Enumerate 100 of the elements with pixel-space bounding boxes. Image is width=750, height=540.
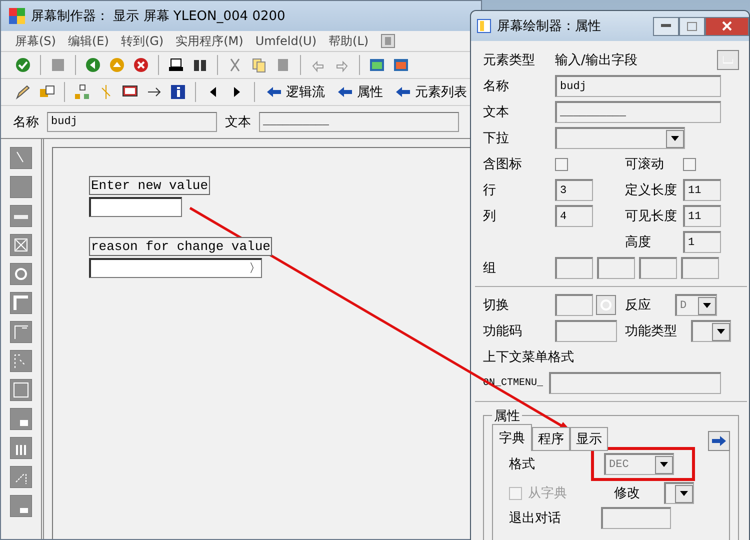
- menu-item[interactable]: 屏幕(S): [15, 32, 56, 50]
- palette-tool-button[interactable]: [10, 350, 32, 372]
- dropdown-button[interactable]: [666, 130, 684, 148]
- group-field[interactable]: [639, 257, 677, 279]
- menu-item[interactable]: 实用程序(M): [176, 32, 244, 50]
- dropdown-field[interactable]: [691, 320, 731, 342]
- next-button[interactable]: [708, 431, 730, 451]
- screen-text-element[interactable]: Enter new value: [89, 176, 210, 195]
- element-type-value: 输入/输出字段: [555, 52, 638, 69]
- switch-field[interactable]: [555, 294, 593, 316]
- layout-icon[interactable]: [380, 34, 395, 48]
- checkbox[interactable]: [555, 158, 568, 170]
- height-label: 高度: [625, 234, 652, 251]
- dropdown-field[interactable]: [555, 127, 685, 149]
- dropdown-button[interactable]: [675, 484, 693, 502]
- dropdown-field[interactable]: DEC: [604, 453, 674, 475]
- dropdown-button[interactable]: [698, 296, 716, 314]
- palette-tool-button[interactable]: [10, 408, 32, 430]
- context-menu-field[interactable]: [549, 372, 721, 394]
- checkbox-label: 从字典: [528, 485, 568, 502]
- column-field[interactable]: 4: [555, 205, 593, 227]
- screen-input-element[interactable]: [89, 197, 182, 217]
- palette-tool-button[interactable]: [10, 234, 32, 256]
- palette-tool-button[interactable]: [10, 321, 32, 343]
- palette-tool-button[interactable]: [10, 495, 32, 517]
- palette-tool-button[interactable]: [10, 147, 32, 169]
- text-label: 文本: [225, 114, 251, 131]
- height-field[interactable]: 1: [683, 231, 721, 253]
- back-icon: [85, 57, 101, 73]
- function-code-field[interactable]: [555, 320, 617, 342]
- name-field[interactable]: budj: [47, 112, 217, 132]
- palette-tool-button[interactable]: [10, 292, 32, 314]
- nav-button[interactable]: 逻辑流: [262, 83, 329, 101]
- visible-length-field[interactable]: 11: [683, 205, 721, 227]
- close-icon: [722, 21, 732, 31]
- right-arrow-icon: [711, 435, 727, 447]
- dropdown-button[interactable]: [712, 322, 730, 340]
- group-field[interactable]: [555, 257, 593, 279]
- function-code-label: 功能码: [483, 323, 523, 340]
- nav-button[interactable]: 元素列表: [391, 83, 471, 101]
- info-icon: [170, 84, 186, 100]
- info-button[interactable]: [168, 82, 188, 102]
- checkbox-label: 含图标: [483, 156, 523, 173]
- menu-item[interactable]: 转到(G): [120, 32, 164, 50]
- scroll-mark: 〉: [249, 260, 261, 277]
- left-arrow-icon: [266, 86, 282, 98]
- print-icon: [168, 57, 184, 73]
- name-label: 名称: [483, 78, 510, 95]
- palette-tool-button[interactable]: [10, 205, 32, 227]
- dropdown-arrow-icon: [717, 329, 725, 334]
- menu-item[interactable]: Umfeld(U): [255, 34, 317, 48]
- palette-tool-button[interactable]: [10, 263, 32, 285]
- check-button[interactable]: [13, 55, 33, 75]
- details-button[interactable]: [717, 50, 739, 70]
- tool-icon: [10, 234, 32, 256]
- maximize-button[interactable]: [679, 16, 705, 36]
- text-field[interactable]: __________: [259, 112, 459, 132]
- screen-text-element[interactable]: reason for change value: [89, 237, 272, 256]
- window-icon: [393, 57, 409, 73]
- icon-picker-button[interactable]: [596, 295, 616, 315]
- palette-tool-button[interactable]: [10, 437, 32, 459]
- cancel-icon: [133, 57, 149, 73]
- cancel-button[interactable]: [131, 55, 151, 75]
- exit-dialog-field[interactable]: [601, 507, 671, 529]
- text-field[interactable]: __________: [555, 101, 721, 123]
- minimize-button[interactable]: [653, 16, 679, 36]
- tab[interactable]: 显示: [570, 427, 608, 451]
- tab[interactable]: 字典: [492, 424, 532, 451]
- close-button[interactable]: [705, 16, 749, 36]
- back-button[interactable]: [83, 55, 103, 75]
- minimize-icon: [661, 24, 671, 28]
- menu-item[interactable]: 编辑(E): [68, 32, 109, 50]
- hierarchy-icon: [74, 84, 90, 100]
- screen-input-element[interactable]: 〉: [89, 258, 262, 278]
- menu-item[interactable]: 帮助(L): [328, 32, 369, 50]
- defined-length-label: 定义长度: [625, 182, 678, 199]
- defined-length-field[interactable]: 11: [683, 179, 721, 201]
- tool-icon: [10, 176, 32, 198]
- palette-tool-button[interactable]: [10, 379, 32, 401]
- up-icon: [109, 57, 125, 73]
- dropdown-field[interactable]: D: [675, 294, 717, 316]
- tool-icon: [10, 379, 32, 401]
- maximize-icon: [687, 22, 697, 30]
- tool-icon: [10, 205, 32, 227]
- checkbox[interactable]: [683, 158, 696, 170]
- pencil-icon: [15, 84, 31, 100]
- tool-icon: [10, 321, 32, 343]
- hierarchy-button[interactable]: [72, 82, 92, 102]
- check-icon: [15, 57, 31, 73]
- group-field[interactable]: [597, 257, 635, 279]
- name-field[interactable]: budj: [555, 75, 721, 97]
- name-label: 名称: [13, 114, 39, 131]
- dropdown-button[interactable]: [655, 456, 673, 474]
- group-field[interactable]: [681, 257, 719, 279]
- palette-tool-button[interactable]: [10, 466, 32, 488]
- nav-button[interactable]: 属性: [333, 83, 387, 101]
- column-label: 列: [483, 208, 497, 225]
- row-field[interactable]: 3: [555, 179, 593, 201]
- tab[interactable]: 程序: [532, 427, 570, 451]
- dropdown-field[interactable]: [664, 482, 694, 504]
